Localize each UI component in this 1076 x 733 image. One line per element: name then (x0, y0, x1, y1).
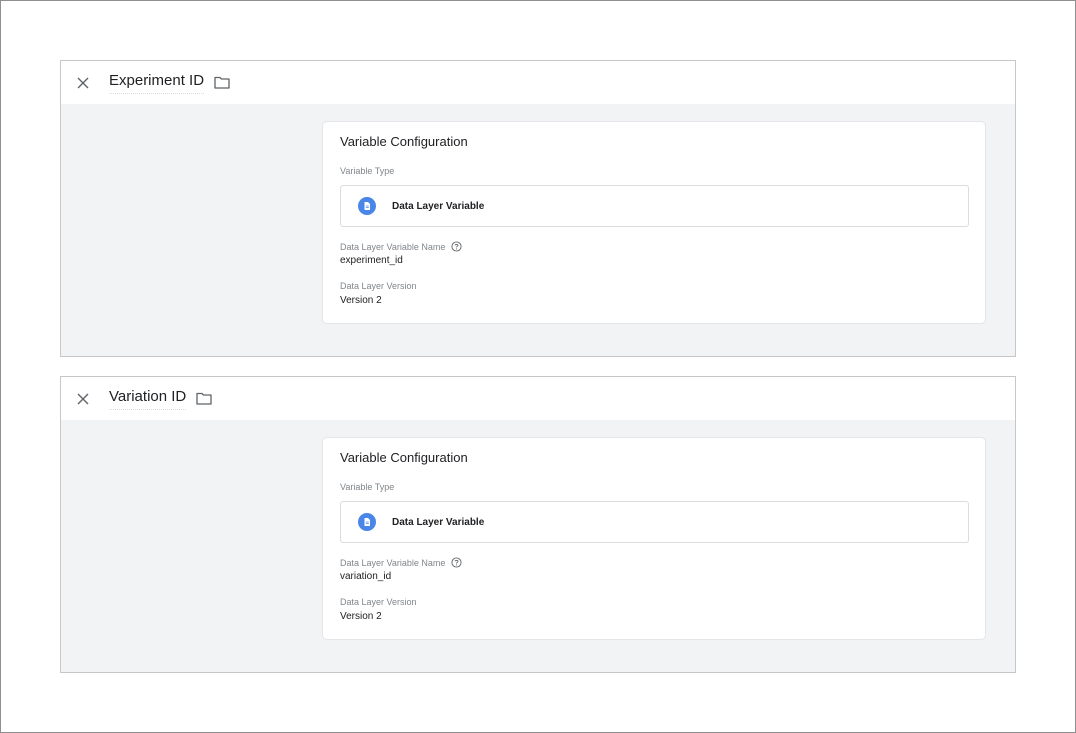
panel-header: Variation ID (61, 377, 1015, 420)
variable-type-label: Variable Type (340, 482, 395, 492)
variable-type-selector[interactable]: Data Layer Variable (340, 185, 969, 227)
folder-button[interactable] (213, 75, 231, 91)
folder-icon (214, 76, 230, 89)
close-button[interactable] (75, 391, 91, 407)
variable-type-name: Data Layer Variable (392, 516, 485, 528)
variable-name-label: Data Layer Variable Name (340, 241, 446, 252)
help-icon[interactable] (451, 557, 462, 568)
document-icon (358, 197, 376, 215)
variable-name-field-label: Data Layer Variable Name (340, 557, 462, 568)
data-layer-version-label: Data Layer Version (340, 597, 417, 607)
variable-name-value: experiment_id (340, 255, 403, 266)
close-button[interactable] (75, 75, 91, 91)
folder-button[interactable] (195, 391, 213, 407)
data-layer-version-label: Data Layer Version (340, 281, 417, 291)
card-title: Variable Configuration (340, 450, 468, 465)
variable-name-field-label: Data Layer Variable Name (340, 241, 462, 252)
card-title: Variable Configuration (340, 134, 468, 149)
panel-header: Experiment ID (61, 61, 1015, 104)
variable-name-label: Data Layer Variable Name (340, 557, 446, 568)
variable-type-selector[interactable]: Data Layer Variable (340, 501, 969, 543)
document-icon (358, 513, 376, 531)
variable-type-label: Variable Type (340, 166, 395, 176)
variable-configuration-card: Variable Configuration Variable Type Dat… (322, 437, 986, 640)
variable-name-value: variation_id (340, 571, 392, 582)
folder-icon (196, 392, 212, 405)
variable-configuration-card: Variable Configuration Variable Type Dat… (322, 121, 986, 324)
variable-title[interactable]: Experiment ID (109, 71, 205, 94)
variable-title[interactable]: Variation ID (109, 387, 187, 410)
help-icon[interactable] (451, 241, 462, 252)
variable-panel-experiment-id: Experiment ID Variable Configuration Var… (60, 60, 1016, 357)
close-icon (77, 77, 89, 88)
close-icon (77, 393, 89, 404)
variable-panel-variation-id: Variation ID Variable Configuration Vari… (60, 376, 1016, 673)
data-layer-version-value: Version 2 (340, 295, 382, 306)
data-layer-version-value: Version 2 (340, 611, 382, 622)
variable-type-name: Data Layer Variable (392, 200, 485, 212)
